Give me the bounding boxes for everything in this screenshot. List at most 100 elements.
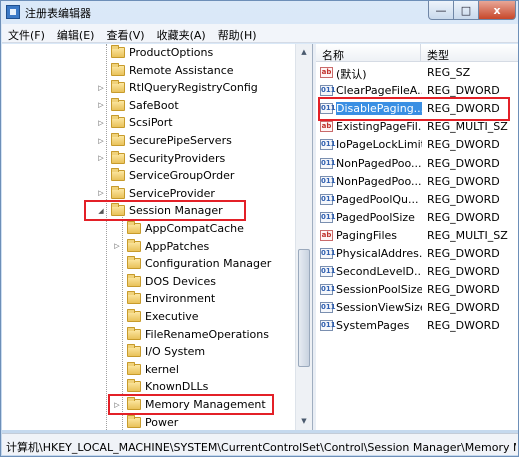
expand-arrow-icon[interactable]: ▷: [113, 238, 121, 255]
expand-arrow-icon[interactable]: ▷: [97, 97, 105, 114]
binary-value-icon: 011: [320, 139, 336, 151]
list-item[interactable]: 011 SystemPages REG_DWORD: [316, 317, 518, 335]
list-item[interactable]: 011 SessionViewSize REG_DWORD: [316, 299, 518, 317]
tree-item-label: SecurityProviders: [129, 151, 226, 165]
scroll-up-arrow-icon[interactable]: ▲: [296, 44, 312, 60]
list-item[interactable]: 011 PagedPoolSize REG_DWORD: [316, 209, 518, 227]
tree-item[interactable]: SecurityProviders: [111, 150, 225, 167]
folder-icon: [127, 361, 141, 375]
values-list-pane[interactable]: 名称 类型 ab (默认) REG_SZ 011 ClearPageFileA... RE…: [316, 44, 518, 430]
tree-item-label: AppPatches: [145, 239, 210, 253]
value-type: REG_DWORD: [427, 138, 500, 152]
tree-guide-line: [106, 44, 107, 430]
tree-item-label: Executive: [145, 310, 199, 323]
expand-arrow-icon[interactable]: ▷: [97, 132, 105, 149]
value-name: PagedPoolQu...: [336, 193, 422, 206]
list-item[interactable]: 011 PhysicalAddres... REG_DWORD: [316, 245, 518, 263]
tree-item[interactable]: SecurePipeServers: [111, 132, 232, 149]
tree-item[interactable]: ServiceProvider: [111, 185, 215, 202]
tree-item-label: RtlQueryRegistryConfig: [129, 81, 258, 95]
binary-value-icon: 011: [320, 175, 336, 187]
list-item[interactable]: ab (默认) REG_SZ: [316, 64, 518, 82]
list-item[interactable]: 011 IoPageLockLimit REG_DWORD: [316, 136, 518, 154]
tree-item[interactable]: kernel: [127, 361, 179, 378]
title-bar[interactable]: 注册表编辑器 — □ x: [1, 1, 518, 23]
value-type: REG_DWORD: [427, 156, 500, 170]
expand-arrow-icon[interactable]: ▷: [97, 114, 105, 131]
folder-icon: [111, 115, 125, 129]
tree-item[interactable]: Remote Assistance: [111, 62, 234, 79]
expand-arrow-icon[interactable]: ▷: [97, 150, 105, 167]
menu-favorites[interactable]: 收藏夹(A): [151, 24, 212, 42]
tree-item[interactable]: Power: [127, 414, 178, 430]
value-name: PagedPoolSize: [336, 211, 422, 224]
tree-item[interactable]: SafeBoot: [111, 97, 179, 114]
list-item[interactable]: ab ExistingPageFil... REG_MULTI_SZ: [316, 118, 518, 136]
tree-item-label: kernel: [145, 362, 179, 376]
binary-value-icon: 011: [320, 85, 336, 97]
tree-item-label: FileRenameOperations: [145, 327, 269, 341]
column-header-name[interactable]: 名称: [322, 47, 344, 63]
tree-item[interactable]: AppCompatCache: [127, 220, 244, 237]
value-name-text: PhysicalAddres...: [336, 247, 422, 260]
tree-item[interactable]: KnownDLLs: [127, 378, 208, 395]
value-name-text: ExistingPageFil...: [336, 120, 422, 134]
folder-icon: [127, 344, 141, 358]
value-name: IoPageLockLimit: [336, 138, 422, 151]
menu-file[interactable]: 文件(F): [2, 24, 51, 42]
minimize-button[interactable]: —: [428, 1, 454, 20]
list-item[interactable]: 011 NonPagedPoo... REG_DWORD: [316, 155, 518, 173]
tree-item[interactable]: RtlQueryRegistryConfig: [111, 79, 258, 96]
tree-item[interactable]: ScsiPort: [111, 114, 173, 131]
binary-value-icon: 011: [320, 320, 336, 332]
tree-scrollbar[interactable]: ▲ ▼: [295, 44, 312, 430]
tree-item[interactable]: Configuration Manager: [127, 255, 271, 272]
tree-item-label: Configuration Manager: [145, 257, 272, 271]
column-header-type[interactable]: 类型: [427, 47, 449, 63]
tree-item[interactable]: AppPatches: [127, 238, 209, 255]
tree-item[interactable]: Environment: [127, 290, 215, 307]
tree-item[interactable]: ServiceGroupOrder: [111, 167, 234, 184]
column-separator[interactable]: [420, 44, 421, 62]
folder-icon: [111, 185, 125, 199]
maximize-button[interactable]: □: [453, 1, 479, 20]
list-header: 名称 类型: [316, 44, 518, 62]
folder-icon: [127, 291, 141, 305]
list-item[interactable]: 011 NonPagedPoo... REG_DWORD: [316, 173, 518, 191]
list-item[interactable]: 011 SessionPoolSize REG_DWORD: [316, 281, 518, 299]
expand-arrow-icon[interactable]: ▷: [97, 185, 105, 202]
value-type: REG_DWORD: [427, 301, 500, 315]
expand-arrow-icon[interactable]: ▷: [97, 79, 105, 96]
menu-view[interactable]: 查看(V): [100, 24, 150, 42]
value-name: PagingFiles: [336, 229, 422, 242]
menu-bar: 文件(F) 编辑(E) 查看(V) 收藏夹(A) 帮助(H): [2, 24, 518, 43]
list-item[interactable]: 011 SecondLevelD... REG_DWORD: [316, 263, 518, 281]
menu-help[interactable]: 帮助(H): [212, 24, 263, 42]
binary-value-icon: 011: [320, 266, 336, 278]
tree-item[interactable]: Executive: [127, 308, 199, 325]
value-name-text: SessionPoolSize: [336, 283, 422, 297]
scroll-down-arrow-icon[interactable]: ▼: [296, 413, 312, 429]
tree-item-label: ProductOptions: [129, 46, 214, 59]
key-tree-pane[interactable]: ProductOptions Remote Assistance RtlQueryR…: [2, 44, 313, 430]
value-name: (默认): [336, 66, 422, 82]
list-item[interactable]: 011 PagedPoolQu... REG_DWORD: [316, 191, 518, 209]
value-name: SecondLevelD...: [336, 265, 422, 278]
folder-icon: [127, 238, 141, 252]
close-button[interactable]: x: [478, 1, 516, 20]
tree-item-label: Power: [145, 415, 179, 429]
value-name-text: (默认): [336, 68, 367, 81]
value-type: REG_DWORD: [427, 174, 500, 188]
list-item[interactable]: ab PagingFiles REG_MULTI_SZ: [316, 227, 518, 245]
value-type: REG_DWORD: [427, 192, 500, 206]
tree-item[interactable]: ProductOptions: [111, 44, 213, 61]
value-name-text: PagedPoolSize: [336, 210, 415, 224]
tree-item-label: SecurePipeServers: [129, 134, 232, 147]
tree-item[interactable]: FileRenameOperations: [127, 326, 269, 343]
value-type: REG_MULTI_SZ: [427, 120, 508, 134]
tree-item[interactable]: DOS Devices: [127, 273, 216, 290]
scroll-thumb[interactable]: [298, 249, 310, 367]
highlight-box: [108, 394, 274, 415]
tree-item[interactable]: I/O System: [127, 343, 205, 360]
menu-edit[interactable]: 编辑(E): [51, 24, 101, 42]
